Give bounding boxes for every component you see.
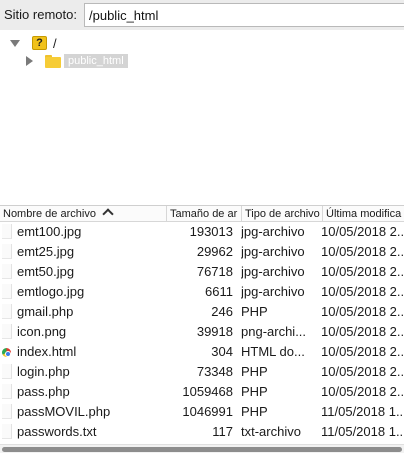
tree-node-root-label: / [53,35,57,51]
file-size: 73348 [196,364,233,379]
table-row[interactable]: emtlogo.jpg 6611 jpg-archivo 10/05/2018 2..… [0,282,404,302]
file-name: gmail.php [17,304,74,319]
expand-arrow-icon[interactable] [10,39,20,47]
file-size: 6611 [205,284,233,299]
file-type: HTML do... [241,344,305,359]
file-modified: 10/05/2018 2... [321,324,404,339]
file-modified: 10/05/2018 2... [321,344,404,359]
file-icon [2,424,12,439]
file-icon [2,224,12,239]
table-row[interactable]: emt50.jpg 76718 jpg-archivo 10/05/2018 2... [0,262,404,282]
file-size: 39918 [196,324,233,339]
file-type: PHP [241,404,268,419]
column-header-modified[interactable]: Última modifica [323,206,404,221]
file-name: icon.png [17,324,67,339]
file-icon [2,324,12,339]
file-icon [2,284,12,299]
folder-icon [45,54,61,68]
file-icon [2,384,12,399]
tree-node-public-html-label: public_html [64,54,128,68]
file-name: emtlogo.jpg [17,284,85,299]
file-size: 29962 [196,244,233,259]
table-row[interactable]: login.php 73348 PHP 10/05/2018 2... [0,362,404,382]
file-modified: 10/05/2018 2... [321,384,404,399]
file-modified: 11/05/2018 1... [321,404,404,419]
remote-path-input[interactable] [84,3,404,27]
table-row[interactable]: passwords.txt 117 txt-archivo 11/05/2018 1.… [0,422,404,442]
file-icon [2,304,12,319]
table-row[interactable]: gmail.php 246 PHP 10/05/2018 2... [0,302,404,322]
table-row[interactable]: emt100.jpg 193013 jpg-archivo 10/05/2018 2.… [0,222,404,242]
file-type: PHP [241,364,268,379]
file-size: 76718 [196,264,233,279]
remote-site-label: Sitio remoto: [4,7,77,22]
file-size: 193013 [189,224,233,239]
file-modified: 10/05/2018 2... [321,264,404,279]
file-type: jpg-archivo [241,264,305,279]
table-row[interactable]: passMOVIL.php 1046991 PHP 11/05/2018 1... [0,402,404,422]
file-modified: 10/05/2018 2... [321,244,404,259]
file-modified: 10/05/2018 2... [321,304,404,319]
remote-directory-tree: ? / public_html [0,30,404,205]
file-size: 1059468 [182,384,233,399]
column-header-size[interactable]: Tamaño de ar [167,206,242,221]
file-modified: 10/05/2018 2... [321,364,404,379]
column-header-name[interactable]: Nombre de archivo [0,206,167,221]
collapse-arrow-icon[interactable] [26,56,33,66]
file-name: pass.php [17,384,70,399]
table-row[interactable]: index.html 304 HTML do... 10/05/2018 2... [0,342,404,362]
file-type: png-archi... [241,324,307,339]
file-name: emt25.jpg [17,244,75,259]
file-size: 246 [211,304,233,319]
file-type: jpg-archivo [241,244,305,259]
chrome-icon [2,348,11,357]
file-name: passMOVIL.php [17,404,111,419]
question-mark-icon: ? [32,36,47,50]
sort-ascending-icon [102,208,114,220]
file-list-header: Nombre de archivo Tamaño de ar Tipo de a… [0,206,404,222]
file-type: PHP [241,304,268,319]
file-modified: 10/05/2018 2... [321,284,404,299]
file-type: jpg-archivo [241,284,305,299]
file-type: txt-archivo [241,424,301,439]
scrollbar-thumb[interactable] [2,447,402,452]
tree-node-root[interactable]: ? / [10,34,57,52]
file-icon [2,364,12,379]
file-icon [2,404,12,419]
file-list: emt100.jpg 193013 jpg-archivo 10/05/2018 2.… [0,222,404,442]
file-size: 1046991 [182,404,233,419]
file-name: index.html [17,344,77,359]
horizontal-scrollbar[interactable] [0,444,404,453]
file-type: PHP [241,384,268,399]
file-type: jpg-archivo [241,224,305,239]
file-name: login.php [17,364,70,379]
table-row[interactable]: pass.php 1059468 PHP 10/05/2018 2... [0,382,404,402]
file-name: passwords.txt [17,424,97,439]
table-row[interactable]: icon.png 39918 png-archi... 10/05/2018 2... [0,322,404,342]
file-name: emt50.jpg [17,264,75,279]
file-name: emt100.jpg [17,224,82,239]
file-modified: 11/05/2018 1... [321,424,404,439]
remote-site-bar: Sitio remoto: [0,0,404,30]
file-icon [2,244,12,259]
file-modified: 10/05/2018 2... [321,224,404,239]
tree-node-public-html[interactable]: public_html [26,52,128,70]
file-size: 304 [211,344,233,359]
table-row[interactable]: emt25.jpg 29962 jpg-archivo 10/05/2018 2... [0,242,404,262]
column-header-type[interactable]: Tipo de archivo [242,206,323,221]
file-icon [2,264,12,279]
file-size: 117 [212,424,233,439]
